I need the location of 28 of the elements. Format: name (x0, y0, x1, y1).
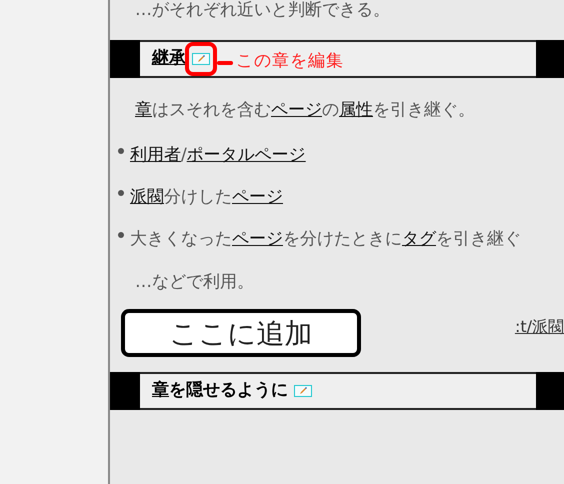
paragraph-text: …などで利用。 (134, 270, 255, 294)
leader-line (217, 61, 233, 65)
pencil-icon[interactable] (294, 385, 312, 397)
link[interactable]: 派閥 (130, 186, 164, 206)
list-item-text: 利用者/ポータルページ (130, 144, 306, 166)
link[interactable]: ページ (271, 100, 322, 120)
link[interactable]: 章 (135, 100, 152, 120)
tag-link[interactable]: :t/派閥 (514, 315, 564, 339)
link[interactable]: 継承 (152, 48, 186, 68)
pencil-icon[interactable] (192, 53, 210, 65)
link[interactable]: 章 (152, 380, 169, 400)
bullet-icon (118, 232, 124, 238)
link[interactable]: ページ (232, 228, 283, 248)
list-item-text: 派閥分けしたページ (130, 186, 283, 208)
link[interactable]: ポータルページ (186, 144, 306, 164)
bullet-icon (118, 190, 124, 196)
highlight-box (185, 42, 217, 76)
bullet-icon (118, 148, 124, 154)
link[interactable]: タグ (402, 228, 436, 248)
link[interactable]: ページ (232, 186, 283, 206)
paragraph-text: …がそれぞれ近いと判断できる。 (134, 0, 391, 20)
section-heading: 章を隠せるように (152, 379, 288, 402)
link[interactable]: 利用者 (130, 144, 181, 164)
annotation-text: この章を編集 (236, 50, 344, 73)
paragraph-text: 章はスそれを含むページの属性を引き継ぐ。 (134, 99, 476, 122)
add-button[interactable]: ここに追加 (121, 309, 361, 357)
link[interactable]: 属性 (339, 100, 373, 120)
list-item-text: 大きくなったページを分けたときに タグを引き継ぐ (130, 228, 521, 250)
